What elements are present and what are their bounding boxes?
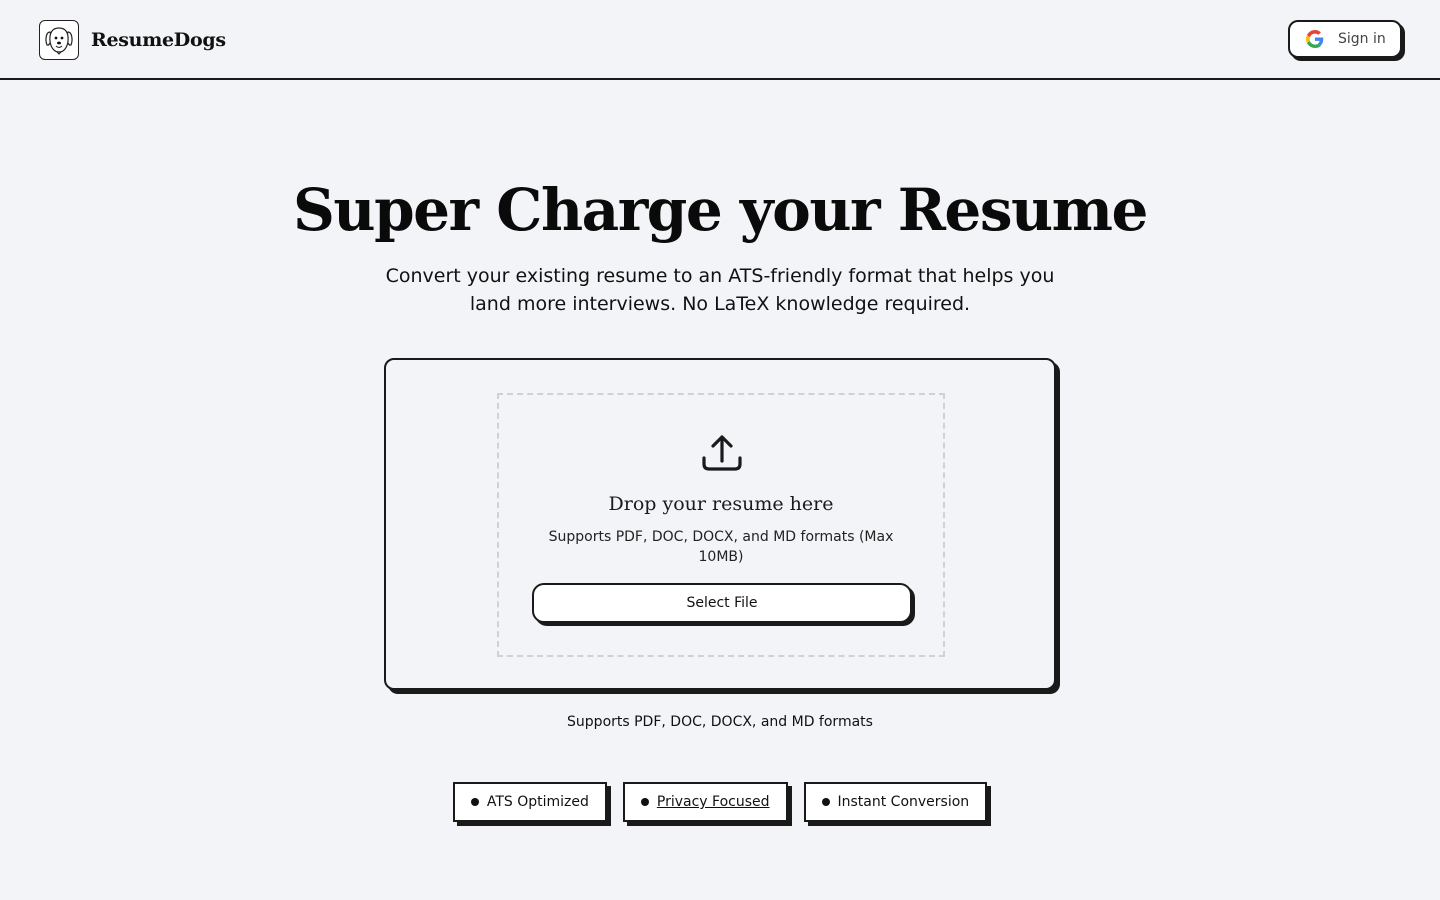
formats-note: Supports PDF, DOC, DOCX, and MD formats bbox=[567, 714, 873, 730]
badge-instant-conversion: Instant Conversion bbox=[803, 782, 988, 822]
resume-dropzone[interactable]: Drop your resume here Supports PDF, DOC,… bbox=[497, 393, 945, 657]
hero-subtitle: Convert your existing resume to an ATS-f… bbox=[385, 265, 1055, 315]
google-signin-button[interactable]: Sign in bbox=[1288, 20, 1402, 58]
google-icon bbox=[1306, 30, 1324, 48]
badge-label: Instant Conversion bbox=[837, 794, 970, 810]
badge-privacy-focused[interactable]: Privacy Focused bbox=[622, 782, 788, 822]
bullet-dot-icon bbox=[821, 798, 830, 806]
signin-label: Sign in bbox=[1338, 31, 1386, 47]
dropzone-formats: Supports PDF, DOC, DOCX, and MD formats … bbox=[548, 529, 894, 565]
site-header: ResumeDogs Sign in bbox=[0, 0, 1440, 80]
bullet-dot-icon bbox=[640, 798, 649, 806]
privacy-link[interactable]: Privacy Focused bbox=[657, 794, 770, 810]
page-title: Super Charge your Resume bbox=[293, 176, 1148, 244]
upload-icon bbox=[701, 431, 743, 473]
badge-label: ATS Optimized bbox=[486, 794, 589, 810]
dropzone-title: Drop your resume here bbox=[608, 493, 834, 515]
badge-ats-optimized: ATS Optimized bbox=[452, 782, 607, 822]
bullet-dot-icon bbox=[470, 798, 479, 806]
brand-name: ResumeDogs bbox=[91, 29, 226, 51]
select-file-button[interactable]: Select File bbox=[532, 583, 912, 623]
brand-link[interactable]: ResumeDogs bbox=[39, 19, 226, 61]
feature-badges: ATS Optimized Privacy Focused Instant Co… bbox=[0, 782, 1440, 822]
dog-logo-icon bbox=[39, 20, 79, 60]
upload-card: Drop your resume here Supports PDF, DOC,… bbox=[384, 358, 1056, 690]
